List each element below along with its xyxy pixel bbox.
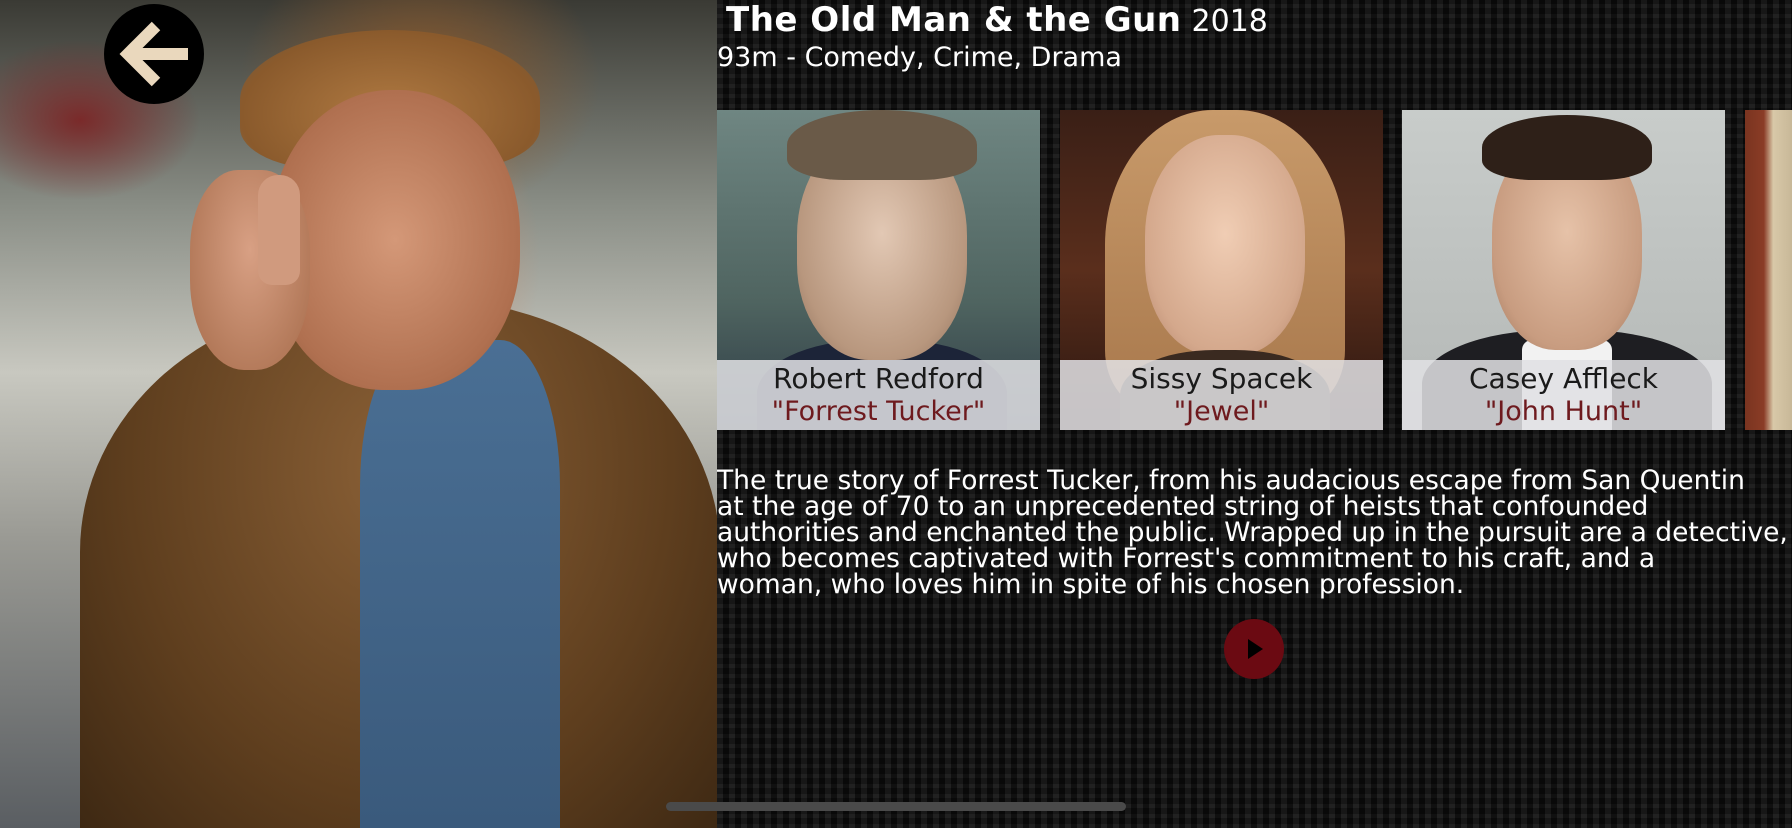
poster-figure-shirt (360, 340, 560, 828)
cast-strip[interactable]: Robert Redford "Forrest Tucker" Sissy Sp… (717, 110, 1792, 430)
play-icon (1248, 639, 1263, 659)
cast-caption: Sissy Spacek "Jewel" (1060, 360, 1383, 430)
cast-caption: Casey Affleck "John Hunt" (1402, 360, 1725, 430)
title-row: The Old Man & the Gun 2018 (726, 0, 1268, 44)
cast-card[interactable]: Casey Affleck "John Hunt" (1402, 110, 1725, 430)
cast-card-partial[interactable] (1745, 110, 1792, 430)
poster-figure-finger (258, 175, 300, 285)
cast-name: Sissy Spacek (1130, 362, 1313, 395)
arrow-left-icon (119, 21, 188, 87)
movie-poster (0, 0, 717, 828)
cast-role: "Jewel" (1173, 396, 1270, 427)
cast-name: Casey Affleck (1468, 362, 1659, 395)
home-indicator[interactable] (666, 802, 1126, 811)
cast-caption: Robert Redford "Forrest Tucker" (717, 360, 1040, 430)
movie-year: 2018 (1191, 4, 1268, 39)
cast-role: "John Hunt" (1484, 396, 1643, 427)
cast-card[interactable]: Sissy Spacek "Jewel" (1060, 110, 1383, 430)
cast-photo (1745, 110, 1792, 430)
back-button[interactable] (104, 4, 204, 104)
cast-card[interactable]: Robert Redford "Forrest Tucker" (717, 110, 1040, 430)
cast-role: "Forrest Tucker" (771, 396, 986, 427)
play-button[interactable] (1224, 619, 1284, 679)
plot-summary: The true story of Forrest Tucker, from h… (717, 468, 1788, 600)
cast-name: Robert Redford (773, 362, 984, 395)
movie-meta: 93m - Comedy, Crime, Drama (717, 42, 1122, 73)
movie-title: The Old Man & the Gun (726, 0, 1182, 40)
